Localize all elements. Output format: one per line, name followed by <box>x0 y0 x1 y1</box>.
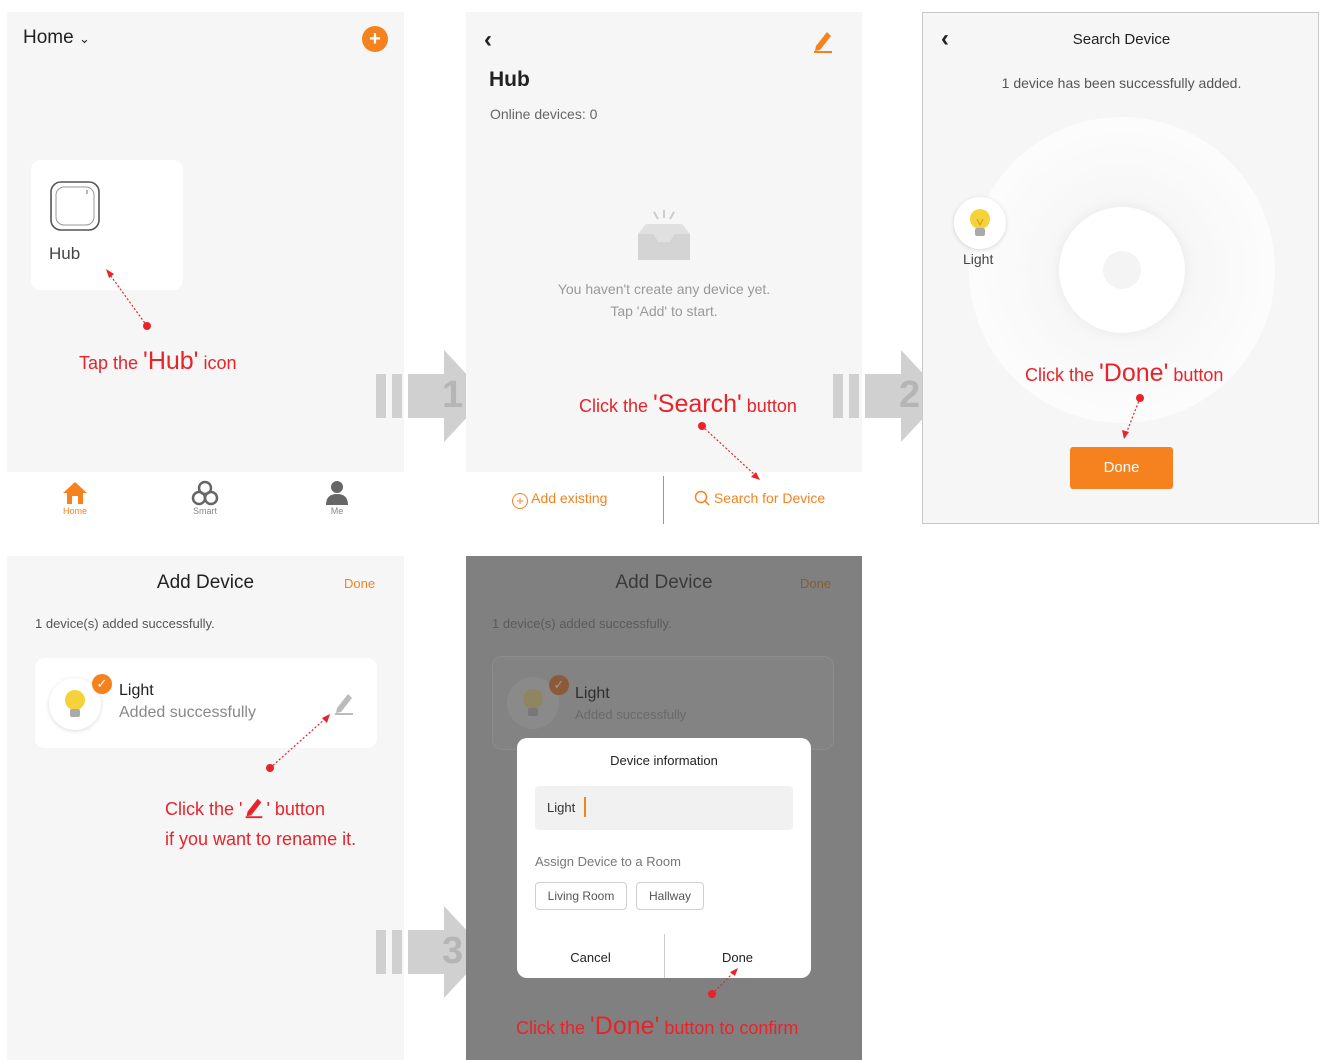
room-chip-hallway[interactable]: Hallway <box>636 882 704 910</box>
device-name: Light <box>575 685 610 702</box>
device-name-value: Light <box>547 800 576 815</box>
hub-label: Hub <box>49 244 81 263</box>
tab-bar: Home Smart Me <box>7 474 404 524</box>
home-selector[interactable]: Home ⌄ <box>23 27 90 49</box>
instruction-click-done: Click the 'Done' button <box>1025 359 1224 387</box>
pencil-icon <box>246 798 263 819</box>
plus-circle-icon: + <box>512 493 528 509</box>
screen-home: Home ⌄ + Hub Tap the 'Hub' icon <box>7 12 404 472</box>
status-message: 1 device(s) added successfully. <box>492 616 672 631</box>
text-cursor <box>584 797 586 817</box>
found-light-device[interactable] <box>954 197 1006 249</box>
empty-message: You haven't create any device yet. Tap '… <box>557 281 771 319</box>
done-button-label: Done <box>1103 459 1140 476</box>
device-name-input[interactable]: Light <box>535 786 793 830</box>
device-name: Light <box>119 682 154 699</box>
empty-inbox-icon <box>632 210 696 266</box>
found-device-label: Light <box>963 251 994 267</box>
pointer-arrow-search <box>698 422 760 480</box>
smart-icon <box>191 480 219 506</box>
search-device-label: Search for Device <box>713 490 826 506</box>
room-chip-living-room[interactable]: Living Room <box>535 882 627 910</box>
done-link[interactable]: Done <box>344 576 375 591</box>
step-number-1: 1 <box>442 374 464 416</box>
tab-home-label: Home <box>62 506 87 516</box>
check-badge-icon: ✓ <box>92 674 112 694</box>
device-row: ✓ Light Added successfully <box>492 656 834 750</box>
add-existing-label: Add existing <box>531 490 608 506</box>
screen-search-device: ‹ Search Device 1 device has been succes… <box>922 12 1319 524</box>
cancel-button[interactable]: Cancel <box>517 950 664 965</box>
tab-smart[interactable]: Smart <box>185 480 225 516</box>
tab-me[interactable]: Me <box>317 480 357 516</box>
tab-home[interactable]: Home <box>55 480 95 516</box>
done-button[interactable]: Done <box>1070 447 1173 489</box>
assign-room-label: Assign Device to a Room <box>535 854 681 869</box>
page-title: Hub <box>489 68 530 91</box>
add-existing-button[interactable]: + Add existing <box>512 490 607 509</box>
search-icon <box>694 490 710 506</box>
online-devices-count: Online devices: 0 <box>490 106 598 122</box>
tab-me-label: Me <box>330 506 344 516</box>
search-device-button[interactable]: Search for Device <box>694 490 825 506</box>
screen-device-information: Add Device Done 1 device(s) added succes… <box>466 556 862 1060</box>
back-chevron-icon[interactable]: ‹ <box>484 26 492 54</box>
confirm-done-button[interactable]: Done <box>664 950 811 965</box>
hub-device-icon <box>47 178 103 234</box>
done-link: Done <box>800 576 832 591</box>
status-message: 1 device(s) added successfully. <box>35 616 215 631</box>
tab-smart-label: Smart <box>192 506 217 516</box>
screen-hub: ‹ Hub Online devices: 0 You haven't crea… <box>466 12 862 472</box>
check-badge-icon: ✓ <box>549 675 569 695</box>
edit-pencil-icon[interactable] <box>810 28 836 54</box>
device-status: Added successfully <box>119 704 256 721</box>
radar-center <box>1103 251 1141 289</box>
instruction-tap-hub: Tap the 'Hub' icon <box>79 347 237 375</box>
person-icon <box>326 481 348 505</box>
step-number-2: 2 <box>899 374 921 416</box>
hub-action-bar: + Add existing Search for Device <box>466 474 862 524</box>
step-number-3: 3 <box>442 930 464 972</box>
pointer-arrow-hub <box>106 269 151 330</box>
instruction-confirm: Click the 'Done' button to confirm <box>516 1012 799 1040</box>
action-divider <box>663 476 664 524</box>
instruction-rename: Click the ' ' button if you want to renam… <box>165 794 356 854</box>
status-message: 1 device has been successfully added. <box>1001 75 1242 91</box>
pointer-arrow-done <box>1122 394 1144 439</box>
screen-add-device: Add Device Done 1 device(s) added succes… <box>7 556 404 1060</box>
device-status: Added successfully <box>575 707 687 722</box>
home-label: Home <box>23 27 74 48</box>
add-plus-icon[interactable]: + <box>362 26 388 52</box>
page-title: Search Device <box>1072 31 1171 48</box>
pointer-arrow-confirm <box>708 968 738 998</box>
instruction-click-search: Click the 'Search' button <box>579 390 797 418</box>
device-info-dialog: Device information Light Assign Device t… <box>517 738 811 978</box>
light-bulb-icon <box>970 209 990 236</box>
chevron-down-icon: ⌄ <box>78 31 90 46</box>
dialog-title: Device information <box>610 753 718 768</box>
home-icon <box>63 482 87 504</box>
pointer-arrow-rename <box>266 714 330 772</box>
